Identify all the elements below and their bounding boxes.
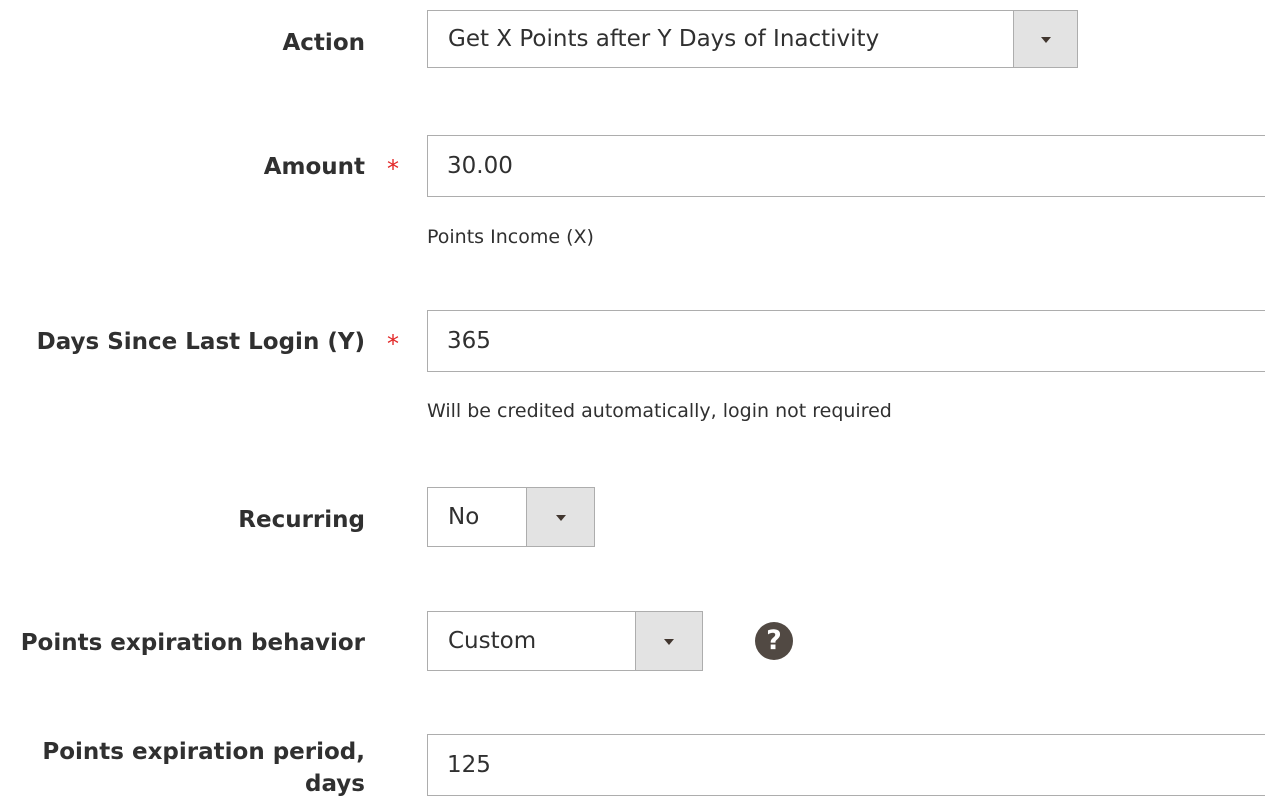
amount-label: Amount xyxy=(263,154,365,180)
amount-input[interactable] xyxy=(427,135,1265,197)
chevron-down-icon xyxy=(1040,37,1051,43)
action-select-value: Get X Points after Y Days of Inactivity xyxy=(448,26,880,52)
days-since-login-input[interactable] xyxy=(427,310,1265,372)
rule-form: Action Get X Points after Y Days of Inac… xyxy=(0,0,1265,796)
action-select[interactable]: Get X Points after Y Days of Inactivity xyxy=(427,10,1078,68)
days-since-login-label: Days Since Last Login (Y) xyxy=(36,329,365,355)
recurring-label: Recurring xyxy=(238,507,365,533)
chevron-down-icon xyxy=(664,639,674,645)
question-mark-icon[interactable]: ? xyxy=(755,622,793,660)
required-marker: * xyxy=(387,155,399,183)
expiration-period-input[interactable] xyxy=(427,734,1265,796)
expiration-period-label-line1: Points expiration period, xyxy=(42,739,365,765)
required-marker: * xyxy=(387,330,399,358)
expiration-behavior-label: Points expiration behavior xyxy=(20,630,365,656)
expiration-behavior-select[interactable]: Custom xyxy=(427,611,703,671)
expiration-behavior-select-value: Custom xyxy=(448,628,537,654)
recurring-select[interactable]: No xyxy=(427,487,595,547)
expiration-period-label-line2: days xyxy=(305,771,365,796)
expiration-period-label: Points expiration period, days xyxy=(42,736,365,796)
recurring-select-toggle[interactable] xyxy=(526,488,594,546)
recurring-select-value: No xyxy=(448,504,480,530)
chevron-down-icon xyxy=(555,515,566,521)
expiration-behavior-select-toggle[interactable] xyxy=(635,612,702,670)
amount-note: Points Income (X) xyxy=(427,226,594,248)
days-since-login-note: Will be credited automatically, login no… xyxy=(427,400,892,422)
action-label: Action xyxy=(282,30,366,56)
action-select-toggle[interactable] xyxy=(1013,11,1077,67)
